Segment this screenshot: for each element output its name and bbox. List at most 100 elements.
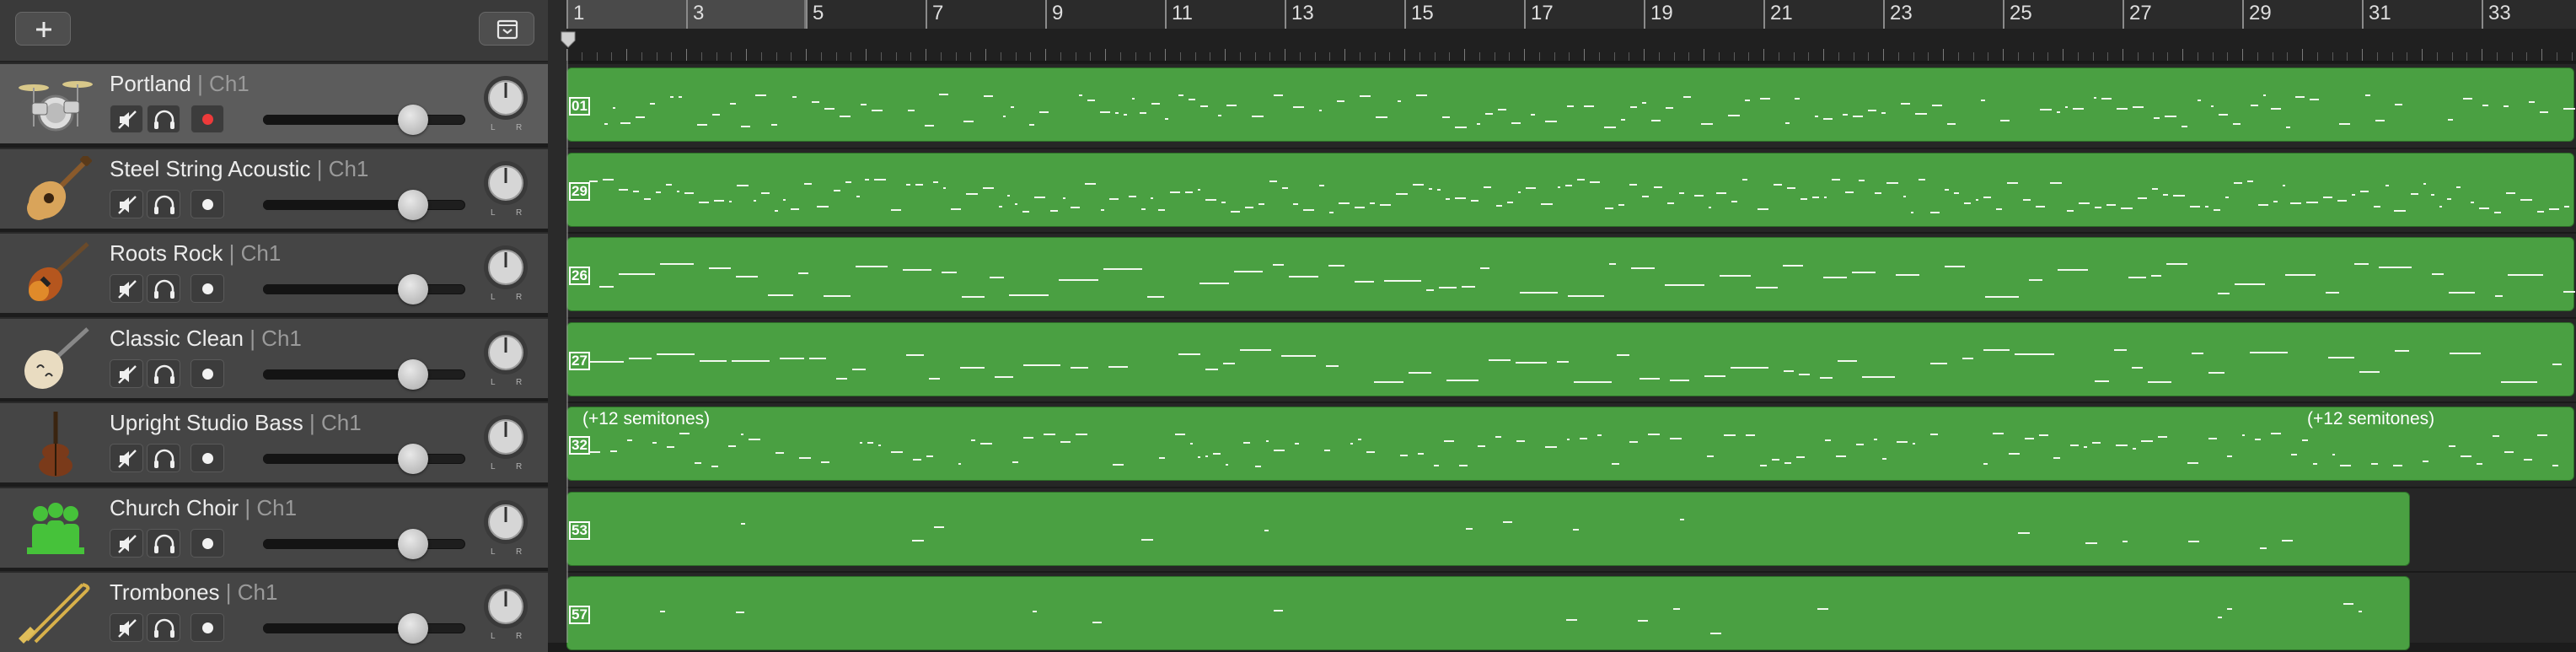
volume-slider[interactable] — [263, 358, 465, 390]
track-name[interactable]: Roots Rock | Ch1 — [110, 240, 281, 266]
mute-button[interactable] — [110, 358, 143, 388]
volume-slider-knob[interactable] — [398, 274, 428, 304]
catch-playhead-button[interactable] — [479, 12, 534, 46]
track-name[interactable]: Trombones | Ch1 — [110, 579, 277, 605]
ruler-beat-strip[interactable] — [566, 29, 2576, 61]
midi-region[interactable]: 29 — [566, 152, 2574, 227]
midi-region[interactable]: 27 — [566, 321, 2574, 396]
volume-slider-knob[interactable] — [398, 189, 428, 220]
track-lane[interactable]: 53 — [566, 486, 2576, 568]
beat-tick — [1598, 52, 1600, 61]
pan-knob[interactable]: L R — [482, 413, 529, 471]
record-icon — [202, 198, 213, 210]
panel-divider[interactable] — [548, 0, 566, 643]
pan-knob[interactable]: L R — [482, 329, 529, 387]
mute-button[interactable] — [110, 444, 143, 472]
mute-button[interactable] — [110, 189, 143, 218]
track-lane[interactable]: 32 (+12 semitones) (+12 semitones) — [566, 401, 2576, 482]
bar-tick — [2482, 0, 2483, 29]
beat-tick — [1509, 52, 1511, 61]
record-enable-button[interactable] — [191, 274, 224, 303]
mute-button[interactable] — [110, 613, 143, 642]
volume-slider[interactable] — [263, 528, 465, 559]
midi-region[interactable]: 53 — [566, 491, 2410, 566]
volume-slider-knob[interactable] — [398, 613, 428, 644]
beat-tick — [1434, 52, 1436, 61]
volume-slider[interactable] — [263, 613, 465, 644]
track-lane[interactable]: 01 — [566, 62, 2576, 143]
track-header[interactable]: Roots Rock | Ch1 L R — [0, 232, 548, 313]
mute-button[interactable] — [110, 274, 143, 303]
record-icon — [202, 114, 213, 125]
midi-region[interactable]: 26 — [566, 237, 2575, 311]
track-name[interactable]: Steel String Acoustic | Ch1 — [110, 156, 368, 181]
volume-slider-knob[interactable] — [398, 105, 428, 135]
bar-number-label: 3 — [693, 2, 705, 24]
record-enable-button[interactable] — [191, 105, 224, 133]
volume-slider[interactable] — [263, 274, 465, 304]
record-icon — [202, 453, 213, 464]
tracks-area[interactable]: 01 29 26 27 32 (+12 semitones) (+12 semitones)… — [566, 62, 2576, 650]
solo-button[interactable] — [147, 528, 180, 558]
solo-button[interactable] — [147, 613, 180, 642]
beat-tick — [641, 52, 642, 61]
record-icon — [202, 368, 213, 380]
volume-slider[interactable] — [263, 189, 465, 220]
bar-number-label: 9 — [1052, 2, 1064, 24]
pan-knob[interactable]: L R — [482, 244, 529, 302]
bar-tick — [806, 0, 808, 29]
record-enable-button[interactable] — [191, 444, 224, 472]
beat-tick — [1928, 52, 1929, 61]
solo-button[interactable] — [147, 444, 180, 472]
track-lane[interactable]: 27 — [566, 316, 2576, 398]
pan-knob[interactable]: L R — [482, 159, 529, 218]
playhead-handle-icon[interactable] — [560, 30, 577, 49]
beat-tick — [1404, 49, 1405, 61]
midi-region[interactable]: 32 (+12 semitones) (+12 semitones) — [566, 407, 2574, 481]
track-header[interactable]: Upright Studio Bass | Ch1 L R — [0, 401, 548, 482]
volume-slider-knob[interactable] — [398, 444, 428, 474]
track-header[interactable]: Trombones | Ch1 L R — [0, 571, 548, 652]
bar-number-label: 13 — [1291, 2, 1314, 24]
volume-slider[interactable] — [263, 444, 465, 474]
solo-button[interactable] — [147, 189, 180, 218]
track-lane[interactable]: 57 — [566, 571, 2576, 652]
midi-region[interactable]: 01 — [566, 67, 2575, 142]
track-lane[interactable]: 29 — [566, 147, 2576, 229]
track-header[interactable]: Classic Clean | Ch1 L R — [0, 316, 548, 398]
pan-knob[interactable]: L R — [482, 583, 529, 641]
track-name[interactable]: Portland | Ch1 — [110, 71, 250, 96]
volume-slider-knob[interactable] — [398, 358, 428, 390]
bar-tick — [2242, 0, 2244, 29]
mute-button[interactable] — [110, 528, 143, 558]
track-name[interactable]: Church Choir | Ch1 — [110, 495, 297, 520]
midi-region[interactable]: 57 — [566, 576, 2410, 650]
record-enable-button[interactable] — [191, 358, 224, 388]
track-lane[interactable]: 26 — [566, 232, 2576, 313]
electric-guitar-icon — [15, 240, 96, 308]
track-name[interactable]: Upright Studio Bass | Ch1 — [110, 410, 362, 435]
solo-button[interactable] — [147, 274, 180, 303]
volume-slider[interactable] — [263, 105, 465, 135]
pan-knob[interactable]: L R — [482, 498, 529, 557]
track-name-label: Trombones — [110, 579, 220, 605]
track-channel-label: | Ch1 — [250, 325, 302, 351]
volume-slider-knob[interactable] — [398, 528, 428, 559]
track-header[interactable]: Portland | Ch1 L R — [0, 62, 548, 143]
track-header[interactable]: Steel String Acoustic | Ch1 L R — [0, 147, 548, 229]
record-enable-button[interactable] — [191, 189, 224, 218]
track-name[interactable]: Classic Clean | Ch1 — [110, 326, 302, 351]
track-header[interactable]: Church Choir | Ch1 L R — [0, 486, 548, 568]
headphones-icon — [154, 279, 174, 299]
beat-tick — [985, 49, 986, 61]
solo-button[interactable] — [147, 105, 180, 133]
record-enable-button[interactable] — [191, 613, 224, 642]
beat-tick — [1105, 49, 1106, 61]
timeline-ruler[interactable]: 1 3 5 7 9 11 13 15 17 19 21 23 25 27 29 31 33 — [561, 0, 2576, 62]
track-name-label: Roots Rock — [110, 240, 223, 266]
solo-button[interactable] — [147, 358, 180, 388]
record-enable-button[interactable] — [191, 528, 224, 558]
pan-knob[interactable]: L R — [482, 74, 529, 132]
add-track-button[interactable] — [15, 12, 71, 46]
mute-button[interactable] — [110, 105, 143, 133]
